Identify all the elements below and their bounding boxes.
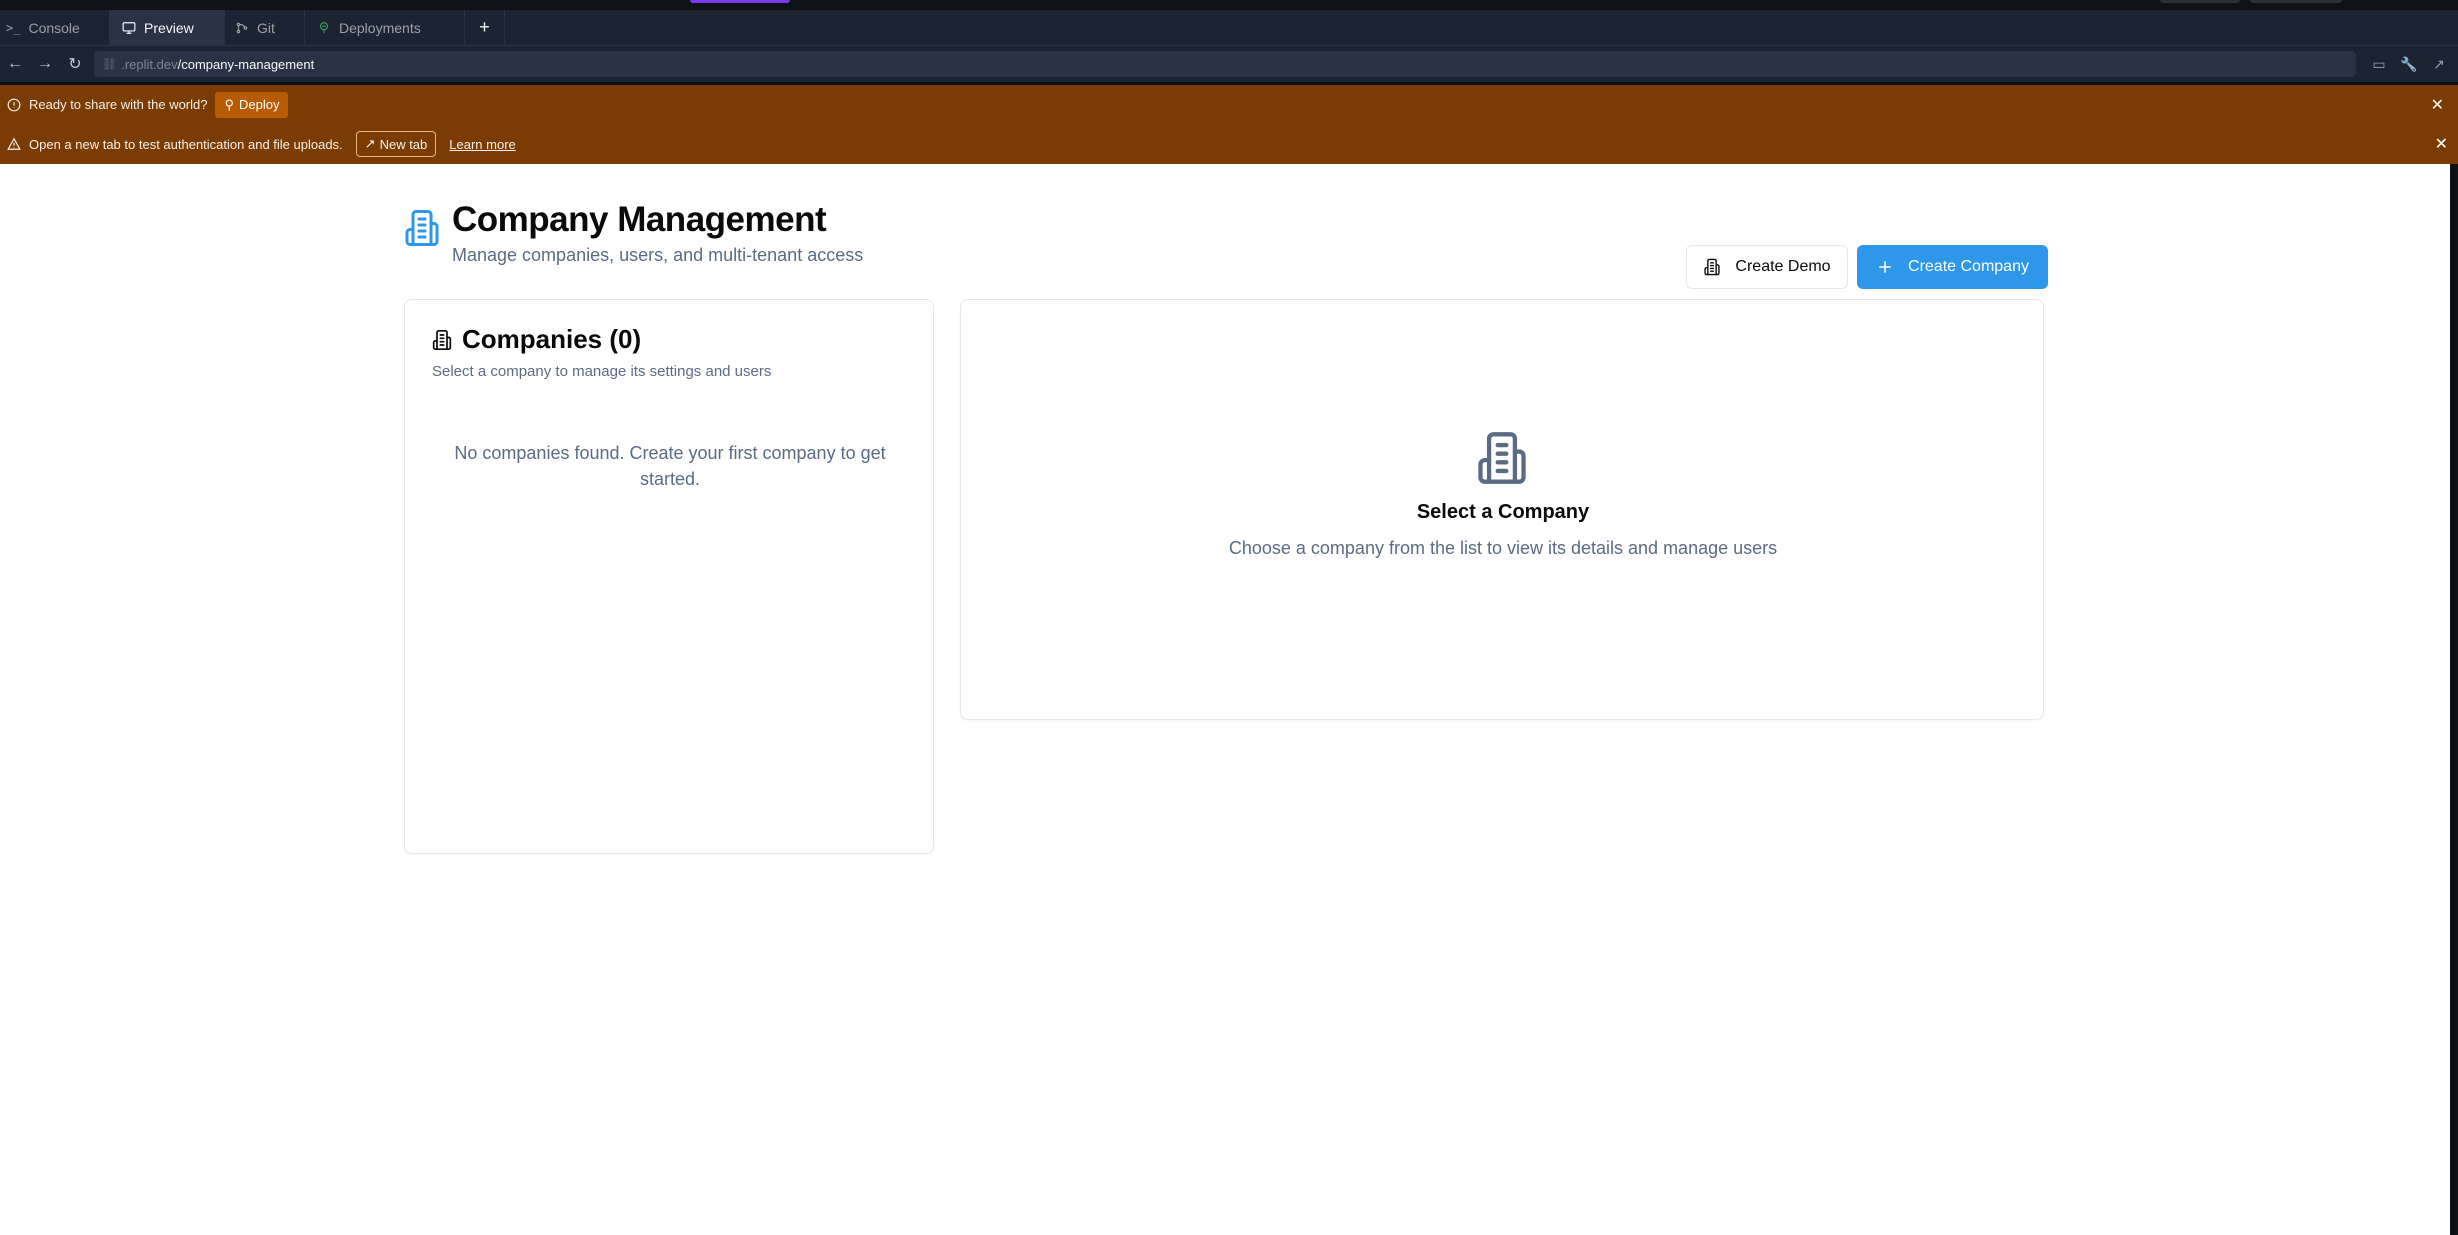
active-indicator: [690, 0, 790, 3]
newtab-banner: Open a new tab to test authentication an…: [0, 124, 2458, 164]
company-detail-card: Select a Company Choose a company from t…: [960, 299, 2044, 720]
devices-icon[interactable]: ▭: [2368, 56, 2390, 73]
page-subtitle: Manage companies, users, and multi-tenan…: [452, 245, 864, 265]
terminal-icon: >_: [6, 20, 21, 35]
back-button[interactable]: ←: [0, 49, 30, 79]
url-input[interactable]: ⛓ .replit.dev /company-management: [94, 51, 2356, 77]
add-tab-button[interactable]: +: [465, 10, 505, 45]
close-icon[interactable]: ✕: [2435, 134, 2448, 154]
top-strip: [0, 0, 2458, 10]
workspace-tab-bar: >_ Console Preview Git Deployments +: [0, 10, 2458, 46]
page-title: Company Management: [452, 200, 827, 239]
create-company-label: Create Company: [1908, 258, 2029, 275]
deploy-banner: Ready to share with the world? ⚲ Deploy …: [0, 85, 2458, 124]
deploy-icon: ⚲: [224, 96, 235, 112]
create-demo-button[interactable]: Create Demo: [1686, 245, 1848, 289]
tab-preview[interactable]: Preview: [110, 10, 225, 45]
deploy-button[interactable]: ⚲ Deploy: [215, 91, 289, 118]
reload-button[interactable]: ↻: [60, 49, 90, 79]
tab-label: Preview: [144, 19, 194, 36]
select-company-subtitle: Choose a company from the list to view i…: [1228, 538, 1778, 558]
link-icon: ⛓: [102, 57, 118, 71]
page-header: Company Management Manage companies, use…: [404, 200, 2048, 289]
url-path: /company-management: [177, 56, 315, 72]
monitor-icon: [122, 21, 136, 34]
empty-state-message: No companies found. Create your first co…: [454, 443, 886, 489]
forward-button[interactable]: →: [30, 49, 60, 79]
tab-git[interactable]: Git: [225, 10, 305, 45]
new-tab-button-label: New tab: [379, 136, 428, 152]
tab-deployments[interactable]: Deployments: [305, 10, 465, 45]
tab-console[interactable]: >_ Console: [0, 10, 110, 45]
info-circle-icon: [7, 98, 21, 111]
tab-label: Console: [28, 19, 80, 36]
top-control-left[interactable]: [2160, 0, 2240, 3]
reload-icon: ↻: [68, 56, 82, 73]
arrow-left-icon: ←: [7, 55, 23, 72]
external-link-icon: ↗: [364, 136, 376, 151]
arrow-right-icon: →: [37, 55, 53, 72]
url-actions: ▭ 🔧 ↗: [2368, 56, 2450, 73]
companies-card-header: Companies (0): [432, 324, 641, 355]
plus-icon: [1879, 261, 1892, 273]
newtab-banner-message: Open a new tab to test authentication an…: [29, 136, 343, 152]
url-host: .replit.dev: [121, 56, 178, 72]
open-external-icon[interactable]: ↗: [2428, 56, 2450, 73]
new-tab-button[interactable]: ↗ New tab: [355, 131, 437, 157]
warning-icon: [7, 137, 21, 150]
create-demo-label: Create Demo: [1735, 258, 1831, 275]
devtools-icon[interactable]: 🔧: [2398, 56, 2420, 73]
companies-card-title: Companies (0): [462, 324, 642, 354]
tab-label: Deployments: [339, 19, 421, 36]
git-branch-icon: [236, 22, 248, 33]
building-icon: [432, 329, 452, 350]
deploy-banner-message: Ready to share with the world?: [29, 97, 208, 112]
create-company-button[interactable]: Create Company: [1857, 245, 2048, 289]
window-edge: [2450, 164, 2458, 1235]
tab-label: Git: [257, 19, 275, 36]
close-icon[interactable]: ✕: [2431, 95, 2444, 115]
top-control-right[interactable]: [2250, 0, 2342, 3]
learn-more-link[interactable]: Learn more: [449, 137, 515, 152]
building-icon: [405, 210, 439, 246]
building-icon: [1704, 258, 1721, 276]
deploy-button-label: Deploy: [239, 97, 280, 112]
companies-card-subtitle: Select a company to manage its settings …: [432, 363, 772, 380]
deployments-icon: [319, 21, 329, 33]
building-icon: [1478, 432, 1526, 484]
companies-list-card: Companies (0) Select a company to manage…: [404, 299, 934, 854]
select-company-title: Select a Company: [1416, 501, 1590, 523]
app-viewport: Company Management Manage companies, use…: [0, 164, 2450, 1235]
preview-url-bar: ← → ↻ ⛓ .replit.dev /company-management …: [0, 46, 2458, 82]
